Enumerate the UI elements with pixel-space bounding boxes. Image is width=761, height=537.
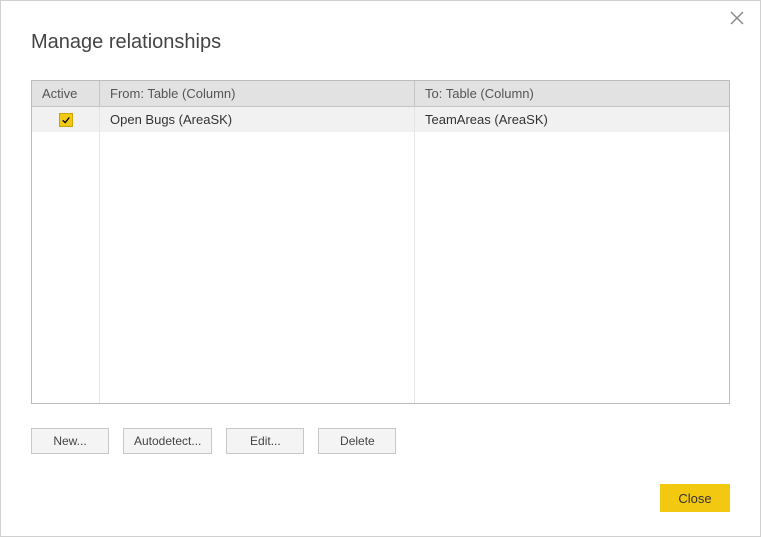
- action-button-row: New... Autodetect... Edit... Delete: [31, 428, 730, 454]
- column-header-to[interactable]: To: Table (Column): [415, 81, 729, 106]
- manage-relationships-dialog: Manage relationships Active From: Table …: [0, 0, 761, 537]
- table-body: Open Bugs (AreaSK) TeamAreas (AreaSK): [32, 107, 729, 403]
- table-header: Active From: Table (Column) To: Table (C…: [32, 81, 729, 107]
- to-cell: TeamAreas (AreaSK): [415, 107, 729, 132]
- table-empty-area: [32, 132, 729, 403]
- edit-button[interactable]: Edit...: [226, 428, 304, 454]
- table-row[interactable]: Open Bugs (AreaSK) TeamAreas (AreaSK): [32, 107, 729, 132]
- close-button[interactable]: Close: [660, 484, 730, 512]
- active-checkbox[interactable]: [59, 113, 73, 127]
- delete-button[interactable]: Delete: [318, 428, 396, 454]
- new-button[interactable]: New...: [31, 428, 109, 454]
- close-button-row: Close: [660, 484, 730, 512]
- relationships-table: Active From: Table (Column) To: Table (C…: [31, 80, 730, 404]
- from-cell: Open Bugs (AreaSK): [100, 107, 415, 132]
- column-header-active[interactable]: Active: [32, 81, 100, 106]
- column-header-from[interactable]: From: Table (Column): [100, 81, 415, 106]
- autodetect-button[interactable]: Autodetect...: [123, 428, 212, 454]
- close-icon[interactable]: [730, 11, 746, 27]
- active-cell: [32, 107, 100, 132]
- dialog-title: Manage relationships: [1, 1, 760, 54]
